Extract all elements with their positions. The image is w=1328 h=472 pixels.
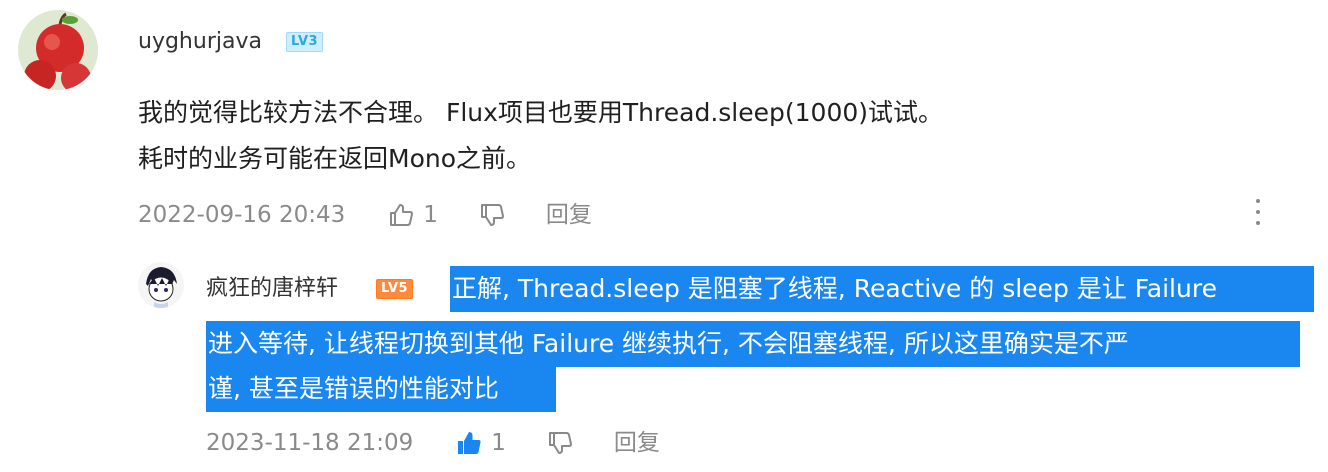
user-level-badge: LV5: [376, 279, 414, 299]
more-options-icon[interactable]: [1248, 197, 1268, 227]
avatar[interactable]: [18, 10, 98, 90]
reply-text-line: 进入等待, 让线程切换到其他 Failure 继续执行, 不会阻塞线程, 所以这…: [206, 321, 1300, 367]
apple-avatar-image: [18, 10, 98, 90]
reply-text-line: 谨, 甚至是错误的性能对比: [206, 366, 556, 412]
username[interactable]: 疯狂的唐梓轩: [206, 274, 338, 304]
reply-text-line: 正解, Thread.sleep 是阻塞了线程, Reactive 的 slee…: [450, 266, 1314, 312]
timestamp: 2023-11-18 21:09: [206, 430, 414, 456]
dislike-button[interactable]: [478, 201, 506, 229]
comment-text-line: 耗时的业务可能在返回Mono之前。: [138, 144, 532, 173]
thumbs-up-filled-icon: [458, 432, 481, 454]
reply-button[interactable]: 回复: [546, 199, 592, 231]
dislike-button[interactable]: [546, 429, 574, 457]
comment-meta: 2022-09-16 20:43 1 回复: [138, 199, 592, 231]
reply-button[interactable]: 回复: [614, 427, 660, 459]
username[interactable]: uyghurjava: [138, 27, 262, 57]
like-button[interactable]: 1: [387, 199, 478, 231]
comment-content: 我的觉得比较方法不合理。 Flux项目也要用Thread.sleep(1000)…: [138, 90, 1238, 182]
reply-meta: 2023-11-18 21:09 1 回复: [206, 427, 660, 459]
anime-avatar-image: [138, 262, 184, 308]
thumbs-down-icon: [480, 204, 504, 226]
avatar[interactable]: [138, 262, 184, 308]
thumbs-down-icon: [548, 432, 572, 454]
like-button[interactable]: 1: [455, 427, 546, 459]
like-count: 1: [491, 430, 506, 456]
comment-text-line: 我的觉得比较方法不合理。 Flux项目也要用Thread.sleep(1000)…: [138, 98, 944, 127]
thumbs-up-icon: [390, 204, 414, 226]
timestamp: 2022-09-16 20:43: [138, 202, 346, 228]
like-count: 1: [423, 202, 438, 228]
user-level-badge: LV3: [286, 32, 324, 52]
